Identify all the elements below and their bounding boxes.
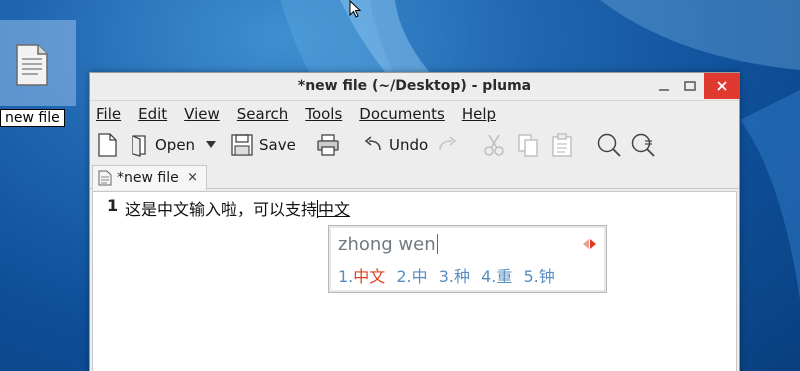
desktop-file-icon[interactable]: new file — [0, 20, 76, 127]
redo-button[interactable] — [436, 131, 460, 159]
ime-candidate-popup: zhong wen 1.中文 2.中 3.种 4.重 5.钟 — [328, 225, 607, 293]
print-button[interactable] — [316, 131, 340, 159]
menu-search-label: Search — [236, 105, 289, 123]
text-file-icon — [16, 44, 48, 86]
ime-input-text: zhong wen — [338, 234, 438, 255]
editor-line: 这是中文输入啦，可以支持中文 — [125, 196, 350, 220]
undo-button[interactable]: Undo — [362, 131, 428, 159]
close-icon — [717, 81, 727, 91]
text-document-icon — [98, 170, 112, 186]
menu-help[interactable]: Help — [462, 105, 496, 123]
menu-edit-label: Edit — [138, 105, 168, 123]
paste-button[interactable] — [550, 131, 574, 159]
open-recent-dropdown[interactable] — [206, 131, 216, 159]
ime-next-page-icon[interactable] — [590, 239, 596, 249]
ime-candidate[interactable]: 4.重 — [481, 267, 512, 286]
close-button[interactable] — [704, 73, 740, 99]
ime-candidate-text: 种 — [454, 267, 471, 286]
tab-close-button[interactable]: × — [187, 170, 198, 185]
find-replace-icon — [631, 133, 655, 157]
ime-pinyin: zhong wen — [338, 234, 436, 255]
menu-file[interactable]: File — [96, 105, 121, 123]
copy-icon — [518, 134, 538, 157]
find-button[interactable] — [596, 131, 622, 159]
ime-candidate-text: 钟 — [538, 267, 555, 286]
tab-label: *new file — [117, 170, 179, 186]
save-label: Save — [259, 136, 296, 154]
find-replace-button[interactable] — [630, 131, 656, 159]
ime-candidate-index: 2. — [396, 267, 412, 286]
menu-bar: File Edit View Search Tools Documents He… — [90, 101, 739, 127]
minimize-icon — [659, 89, 669, 91]
committed-text: 这是中文输入啦，可以支持 — [125, 200, 318, 219]
ime-candidate-index: 5. — [523, 267, 539, 286]
preedit-text: 中文 — [318, 200, 351, 219]
toolbar: Open Save Undo — [90, 127, 739, 163]
ime-candidate-index: 3. — [438, 267, 455, 286]
new-button[interactable] — [96, 131, 118, 159]
ime-prev-page-icon[interactable] — [583, 239, 589, 249]
open-label: Open — [155, 136, 196, 154]
paste-icon — [552, 133, 572, 157]
open-button[interactable]: Open — [130, 131, 195, 159]
ime-candidate-index: 1. — [338, 267, 354, 286]
menu-documents[interactable]: Documents — [359, 105, 445, 123]
new-document-icon — [98, 133, 117, 157]
menu-edit[interactable]: Edit — [138, 105, 167, 123]
line-number: 1 — [107, 196, 119, 215]
pluma-window: *new file (~/Desktop) - pluma File Edit … — [89, 72, 740, 371]
menu-documents-label: Documents — [359, 105, 445, 123]
menu-view[interactable]: View — [184, 105, 220, 123]
ime-candidate[interactable]: 2.中 — [396, 267, 427, 286]
cut-icon — [484, 134, 504, 156]
menu-search[interactable]: Search — [237, 105, 289, 123]
chevron-down-icon — [206, 141, 216, 148]
undo-icon — [364, 136, 381, 151]
save-button[interactable]: Save — [230, 131, 296, 159]
redo-icon — [439, 136, 457, 151]
save-icon — [231, 134, 253, 156]
copy-button[interactable] — [516, 131, 540, 159]
ime-candidate[interactable]: 3.种 — [439, 267, 470, 286]
ime-candidate[interactable]: 1.中文 — [338, 267, 385, 286]
cut-button[interactable] — [482, 131, 506, 159]
ime-candidate-list: 1.中文 2.中 3.种 4.重 5.钟 — [338, 263, 561, 287]
ime-page-arrows — [583, 239, 596, 249]
print-icon — [317, 134, 339, 156]
title-bar[interactable]: *new file (~/Desktop) - pluma — [90, 73, 740, 101]
ime-candidate-text: 重 — [496, 267, 513, 286]
ime-caret — [436, 234, 438, 254]
menu-help-label: Help — [461, 105, 497, 123]
ime-candidate-index: 4. — [481, 267, 497, 286]
maximize-icon — [684, 81, 696, 91]
minimize-button[interactable] — [650, 73, 678, 99]
window-title: *new file (~/Desktop) - pluma — [297, 78, 532, 94]
find-icon — [597, 133, 621, 157]
open-icon — [132, 135, 146, 157]
menu-tools[interactable]: Tools — [305, 105, 342, 123]
desktop-icon-label: new file — [0, 109, 65, 127]
document-tab-bar: *new file × — [90, 163, 739, 190]
menu-tools-label: Tools — [305, 105, 343, 123]
tab-new-file[interactable]: *new file × — [92, 165, 207, 190]
mouse-pointer-icon — [349, 0, 362, 18]
ime-candidate[interactable]: 5.钟 — [524, 267, 555, 286]
undo-label: Undo — [389, 136, 429, 154]
menu-view-label: View — [184, 105, 220, 123]
ime-candidate-text: 中 — [411, 267, 428, 286]
ime-candidate-text: 中文 — [353, 267, 386, 286]
maximize-button[interactable] — [676, 73, 704, 99]
menu-file-label: File — [96, 105, 122, 123]
